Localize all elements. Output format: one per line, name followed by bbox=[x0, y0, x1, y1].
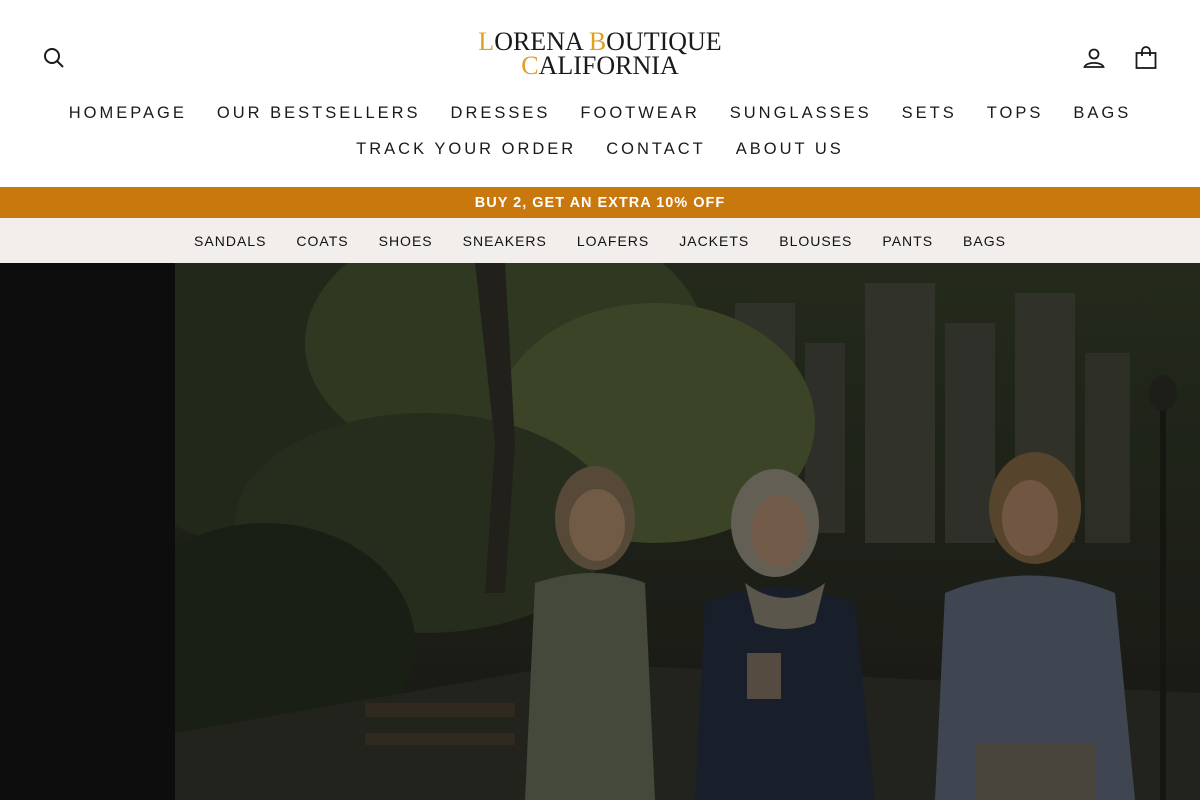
brand-logo[interactable]: LORENA BOUTIQUE CALIFORNIA bbox=[440, 29, 760, 82]
nav-homepage[interactable]: HOMEPAGE bbox=[54, 100, 202, 127]
promo-banner[interactable]: BUY 2, GET AN EXTRA 10% OFF bbox=[0, 187, 1200, 218]
nav-about-us[interactable]: ABOUT US bbox=[721, 136, 859, 163]
subnav-shoes[interactable]: SHOES bbox=[364, 233, 448, 249]
subnav-blouses[interactable]: BLOUSES bbox=[764, 233, 867, 249]
search-icon bbox=[44, 48, 64, 68]
nav-sunglasses[interactable]: SUNGLASSES bbox=[715, 100, 887, 127]
subnav-bags[interactable]: BAGS bbox=[948, 233, 1021, 249]
hero-banner[interactable] bbox=[0, 263, 1200, 800]
subnav-sandals[interactable]: SANDALS bbox=[179, 233, 281, 249]
hero-dim-overlay bbox=[175, 263, 1200, 800]
search-button[interactable] bbox=[36, 40, 72, 76]
subnav-coats[interactable]: COATS bbox=[281, 233, 363, 249]
subnav-jackets[interactable]: JACKETS bbox=[664, 233, 764, 249]
nav-sets[interactable]: SETS bbox=[887, 100, 972, 127]
nav-footwear[interactable]: FOOTWEAR bbox=[565, 100, 714, 127]
subnav-loafers[interactable]: LOAFERS bbox=[562, 233, 664, 249]
site-header: LORENA BOUTIQUE CALIFORNIA HOMEPAGE OUR … bbox=[0, 0, 1200, 187]
nav-our-bestsellers[interactable]: OUR BESTSELLERS bbox=[202, 100, 436, 127]
subnav-pants[interactable]: PANTS bbox=[867, 233, 948, 249]
nav-dresses[interactable]: DRESSES bbox=[436, 100, 566, 127]
nav-bags[interactable]: BAGS bbox=[1058, 100, 1146, 127]
nav-tops[interactable]: TOPS bbox=[972, 100, 1059, 127]
account-icon bbox=[1083, 48, 1105, 68]
subnav-sneakers[interactable]: SNEAKERS bbox=[448, 233, 562, 249]
nav-contact[interactable]: CONTACT bbox=[591, 136, 721, 163]
main-nav-row2: TRACK YOUR ORDER CONTACT ABOUT US bbox=[0, 136, 1200, 163]
nav-track-your-order[interactable]: TRACK YOUR ORDER bbox=[341, 136, 591, 163]
brand-logo-line2: CALIFORNIA bbox=[521, 51, 679, 80]
main-nav-row1: HOMEPAGE OUR BESTSELLERS DRESSES FOOTWEA… bbox=[0, 100, 1200, 127]
account-button[interactable] bbox=[1076, 40, 1112, 76]
cart-button[interactable] bbox=[1128, 40, 1164, 76]
promo-text: BUY 2, GET AN EXTRA 10% OFF bbox=[474, 194, 726, 211]
category-sub-nav: SANDALS COATS SHOES SNEAKERS LOAFERS JAC… bbox=[0, 218, 1200, 263]
cart-icon bbox=[1135, 46, 1157, 69]
